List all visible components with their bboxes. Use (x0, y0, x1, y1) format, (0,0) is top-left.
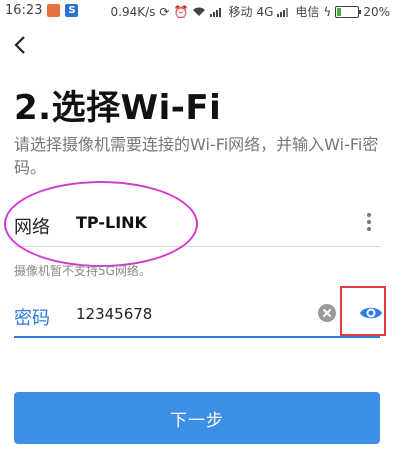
clear-icon[interactable] (318, 304, 336, 322)
network-type: 4G (256, 4, 274, 19)
charging-icon: ϟ (323, 4, 332, 19)
back-arrow-icon[interactable] (10, 34, 32, 56)
status-bar-right: 0.94K/s ⟳ ⏰ 移动 4G 电信 ϟ 20% (111, 3, 390, 20)
password-label: 密码 (14, 308, 50, 329)
status-bar: 16:23 S 0.94K/s ⟳ ⏰ 移动 4G 电信 ϟ 20% (0, 0, 396, 22)
signal-icon (210, 8, 222, 17)
carrier-1: 移动 (228, 5, 253, 19)
alarm-icon: ⏰ (173, 4, 189, 19)
sync-icon: ⟳ (159, 4, 170, 19)
network-highlight-annotation (4, 181, 198, 267)
password-field[interactable]: 密码 (14, 292, 382, 338)
battery-icon (335, 5, 362, 18)
page-subtitle: 请选择摄像机需要连接的Wi-Fi网络，并输入Wi-Fi密码。 (14, 135, 379, 177)
wifi-icon (193, 7, 206, 16)
page-title: 2.选择Wi-Fi (14, 88, 222, 128)
signal-icon-2 (277, 8, 289, 17)
notification-app-icon (47, 4, 61, 17)
5g-hint-text: 摄像机暂不支持5G网络。 (14, 264, 151, 278)
next-step-button[interactable]: 下一步 (14, 392, 380, 444)
battery-percent: 20% (363, 4, 390, 19)
status-time: 16:23 (5, 3, 43, 18)
eye-highlight-annotation (340, 286, 386, 336)
status-bar-left: 16:23 S (5, 3, 79, 18)
notification-app-icon-2: S (65, 4, 79, 17)
more-vertical-icon[interactable] (366, 212, 372, 232)
password-input[interactable] (76, 300, 306, 328)
battery-fill (337, 7, 342, 16)
carrier-2: 电信 (295, 5, 320, 19)
network-speed: 0.94K/s (110, 4, 156, 19)
